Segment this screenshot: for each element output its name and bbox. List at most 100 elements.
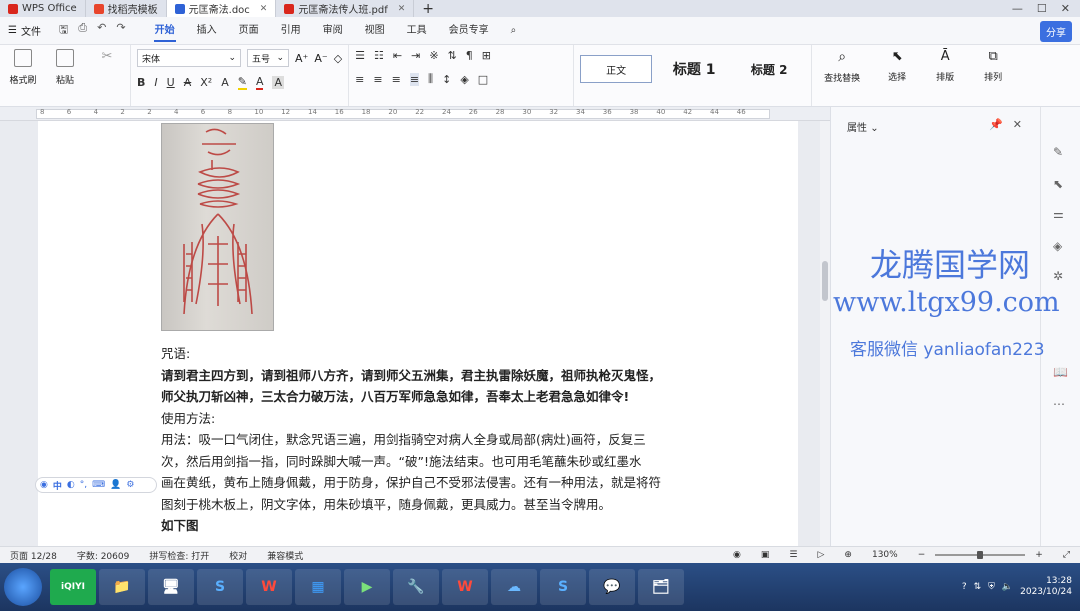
gear-icon[interactable]: ⚙ xyxy=(126,480,134,490)
user-icon[interactable]: 👤 xyxy=(110,480,121,490)
shape-icon[interactable]: ◈ xyxy=(1053,239,1062,253)
pen-icon[interactable]: ✎ xyxy=(1053,145,1063,159)
font-color-icon[interactable]: A xyxy=(255,75,264,90)
network-icon[interactable]: ⇅ xyxy=(974,582,982,592)
menu-insert[interactable]: 插入 xyxy=(186,17,228,45)
increase-indent-icon[interactable]: ⇥ xyxy=(411,49,420,62)
search-icon[interactable]: ⌕ xyxy=(500,17,528,45)
tab-document[interactable]: 元匡斋法.doc ✕ xyxy=(166,0,277,17)
file-menu[interactable]: ☰ 文件 xyxy=(0,23,49,38)
tools-icon[interactable]: ✲ xyxy=(1053,269,1063,283)
align-right-icon[interactable]: ≡ xyxy=(392,73,401,86)
find-replace-button[interactable]: ⌕ 查找替换 xyxy=(818,49,866,84)
explorer-app[interactable]: 📁 xyxy=(99,569,145,605)
align-center-icon[interactable]: ≡ xyxy=(373,73,382,86)
tab-template[interactable]: 找稻壳模板 xyxy=(86,0,167,17)
zoom-slider-thumb[interactable] xyxy=(977,551,984,559)
bold-icon[interactable]: B xyxy=(137,76,145,89)
panel-title[interactable]: 属性 ⌄ xyxy=(847,119,879,134)
sort-icon[interactable]: ⇅ xyxy=(448,49,457,62)
numbered-list-icon[interactable]: ☷ xyxy=(374,49,384,62)
strikethrough-icon[interactable]: A xyxy=(184,76,192,89)
zoom-in-icon[interactable]: + xyxy=(1025,550,1053,560)
outline-view-icon[interactable]: ☰ xyxy=(779,550,807,560)
tools-app[interactable]: 🔧 xyxy=(393,569,439,605)
app-icon[interactable]: 🖥 xyxy=(148,569,194,605)
vertical-scrollbar[interactable] xyxy=(820,121,830,546)
save-icon[interactable]: 🖫 xyxy=(59,21,68,40)
read-mode-icon[interactable]: ▷ xyxy=(808,550,835,560)
char-shading-icon[interactable]: A xyxy=(272,76,284,89)
input-method-toolbar[interactable]: ◉ 中 ◐ °, ⌨ 👤 ⚙ xyxy=(35,477,157,493)
minimize-icon[interactable]: — xyxy=(1012,2,1023,15)
bullet-list-icon[interactable]: ☰ xyxy=(355,49,365,62)
close-icon[interactable]: ✕ xyxy=(260,4,268,14)
print-icon[interactable]: ⎙ xyxy=(78,21,87,40)
menu-review[interactable]: 审阅 xyxy=(312,17,354,45)
share-button[interactable]: 分享 xyxy=(1040,21,1072,42)
grow-font-icon[interactable]: A⁺ xyxy=(295,52,308,65)
style-heading2[interactable]: 标题 2 xyxy=(736,55,802,83)
align-left-icon[interactable]: ≡ xyxy=(355,73,364,86)
style-heading1[interactable]: 标题 1 xyxy=(656,55,732,83)
word-count[interactable]: 字数: 20609 xyxy=(67,549,140,562)
clock[interactable]: 13:28 2023/10/24 xyxy=(1020,576,1072,598)
decrease-indent-icon[interactable]: ⇤ xyxy=(393,49,402,62)
text-effect-icon[interactable]: A xyxy=(221,76,229,89)
web-view-icon[interactable]: ⊕ xyxy=(834,550,862,560)
close-icon[interactable]: ✕ xyxy=(398,4,406,14)
grid-app[interactable]: ▦ xyxy=(295,569,341,605)
help-icon[interactable]: ? xyxy=(962,582,967,592)
highlight-icon[interactable]: ✎ xyxy=(237,75,247,90)
italic-icon[interactable]: I xyxy=(154,76,157,89)
close-icon[interactable]: ✕ xyxy=(1013,118,1022,131)
tab-pdf[interactable]: 元匡斋法传人班.pdf ✕ xyxy=(276,0,415,17)
sogou-app-2[interactable]: S xyxy=(540,569,586,605)
tab-wps-office[interactable]: WPS Office xyxy=(0,0,86,17)
show-marks-icon[interactable]: ¶ xyxy=(466,49,473,62)
book-icon[interactable]: 📖 xyxy=(1053,365,1068,379)
select-button[interactable]: ⬉ 选择 xyxy=(880,49,914,83)
maximize-icon[interactable]: ☐ xyxy=(1037,2,1047,15)
scroll-thumb[interactable] xyxy=(822,261,828,301)
zoom-level[interactable]: 130% xyxy=(862,550,908,560)
menu-page[interactable]: 页面 xyxy=(228,17,270,45)
player-app[interactable]: ▶ xyxy=(344,569,390,605)
zoom-slider[interactable] xyxy=(935,551,1026,559)
font-name-select[interactable]: 宋体 ⌄ xyxy=(137,49,241,67)
wps-app[interactable]: W xyxy=(246,569,292,605)
arrange-button[interactable]: ⧉ 排列 xyxy=(976,49,1010,83)
fullscreen-icon[interactable]: ⤢ xyxy=(1053,550,1080,560)
border-icon[interactable]: □ xyxy=(478,73,488,86)
adjust-icon[interactable]: ⚌ xyxy=(1053,207,1064,221)
shield-icon[interactable]: ⛨ xyxy=(988,582,995,592)
format-painter-button[interactable]: 格式刷 xyxy=(6,49,40,86)
layout-button[interactable]: Ā 排版 xyxy=(928,49,962,83)
folder-app[interactable]: 🗂 xyxy=(638,569,684,605)
page-count[interactable]: 页面 12/28 xyxy=(0,549,67,562)
style-normal[interactable]: 正文 xyxy=(580,55,653,83)
cut-button[interactable]: ✂ xyxy=(90,49,124,64)
distribute-icon[interactable]: ⫼ xyxy=(428,72,433,86)
volume-icon[interactable]: 🔈 xyxy=(1002,582,1013,592)
eye-icon[interactable]: ◉ xyxy=(723,550,751,560)
moon-icon[interactable]: ◐ xyxy=(67,480,75,490)
pointer-icon[interactable]: ⬉ xyxy=(1053,177,1063,191)
more-icon[interactable]: ⋯ xyxy=(1053,397,1065,411)
menu-member[interactable]: 会员专享 xyxy=(438,17,500,45)
undo-icon[interactable]: ↶ xyxy=(97,21,106,40)
punctuation-icon[interactable]: °, xyxy=(80,480,87,490)
superscript-icon[interactable]: X² xyxy=(200,76,212,89)
close-window-icon[interactable]: ✕ xyxy=(1061,2,1070,15)
redo-icon[interactable]: ↷ xyxy=(116,21,125,40)
wps-app-2[interactable]: W xyxy=(442,569,488,605)
sogou-app[interactable]: S xyxy=(197,569,243,605)
new-tab-button[interactable]: + xyxy=(414,0,442,17)
horizontal-ruler[interactable]: 8 6 4 2 2 4 6 8 10 12 14 16 18 20 22 24 26 28 30 32 34 36 38 40… xyxy=(0,107,830,121)
document-text[interactable]: 咒语: 请到君主四方到，请到祖师八方齐，请到师父五洲集，君主执雷除妖魔，祖师执枪… xyxy=(161,343,741,537)
iqiyi-app[interactable]: iQIYI xyxy=(50,569,96,605)
keyboard-icon[interactable]: ⌨ xyxy=(92,480,105,490)
proofread-button[interactable]: 校对 xyxy=(219,549,257,562)
wechat-app[interactable]: 💬 xyxy=(589,569,635,605)
menu-home[interactable]: 开始 xyxy=(144,17,186,45)
